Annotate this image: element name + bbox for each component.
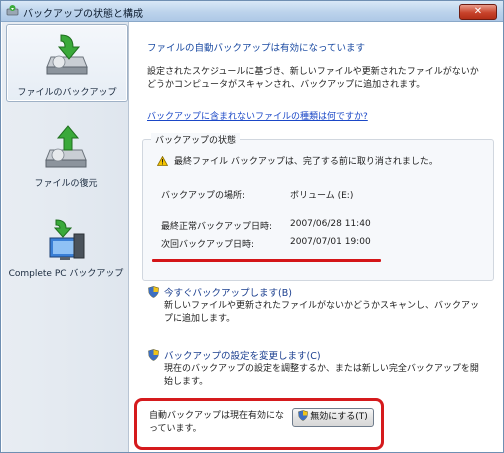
last-backup-label: 最終正常バックアップ日時: [161, 222, 273, 232]
change-settings-action[interactable]: バックアップの設定を変更します(C) 現在のバックアップの設定を調整するか、また… [148, 348, 488, 388]
warning-line: 最終ファイル バックアップは、完了する前に取り消されました。 [157, 154, 438, 167]
disable-button-label: 無効にする(T) [310, 412, 368, 422]
backup-now-description: 新しいファイルや更新されたファイルがないかどうかスキャンし、バックアップに追加し… [164, 301, 480, 324]
change-settings-link[interactable]: バックアップの設定を変更します(C) [164, 348, 321, 362]
backup-now-link[interactable]: 今すぐバックアップします(B) [164, 285, 292, 299]
auto-backup-panel: 自動バックアップは現在有効になっています。 無効にする(T) [134, 398, 384, 450]
page-title: ファイルの自動バックアップは有効になっています [147, 43, 366, 54]
title-bar: バックアップの状態と構成 ✕ [1, 1, 503, 22]
sidebar-item-label: ファイルのバックアップ [17, 88, 117, 98]
warning-icon [157, 156, 168, 166]
backup-drive-icon [46, 34, 88, 75]
disable-button[interactable]: 無効にする(T) [292, 408, 374, 427]
backup-app-icon [6, 5, 19, 16]
next-backup-label: 次回バックアップ日時: [161, 240, 255, 250]
location-label: バックアップの場所: [161, 191, 246, 201]
shield-icon [148, 286, 159, 298]
backup-status-group: バックアップの状態 最終ファイル バックアップは、完了する前に取り消されました。… [142, 133, 494, 281]
restore-drive-icon [45, 125, 87, 168]
next-backup-value: 2007/07/01 19:00 [290, 237, 371, 247]
location-value: ボリューム (E:) [290, 191, 354, 201]
close-icon: ✕ [473, 6, 483, 17]
sidebar-item-complete-pc-backup[interactable]: Complete PC バックアップ [6, 216, 126, 282]
shield-icon [148, 349, 159, 361]
main-panel: ファイルの自動バックアップは有効になっています 設定されたスケジュールに基づき、… [130, 22, 504, 452]
pc-backup-icon [49, 219, 85, 260]
window-title: バックアップの状態と構成 [23, 9, 143, 20]
change-settings-description: 現在のバックアップの設定を調整するか、または新しい完全バックアップを開始します。 [164, 364, 479, 387]
group-title: バックアップの状態 [151, 133, 241, 146]
sidebar-item-file-restore[interactable]: ファイルの復元 [6, 124, 126, 190]
sidebar-item-label: ファイルの復元 [34, 179, 98, 189]
last-backup-value: 2007/06/28 11:40 [290, 219, 371, 229]
sidebar-item-file-backup[interactable]: ファイルのバックアップ [6, 24, 128, 102]
description-text: 設定されたスケジュールに基づき、新しいファイルや更新されたファイルがないかどうか… [147, 67, 479, 90]
backup-window: バックアップの状態と構成 ✕ ファイルのバックアップ ファイルの復元 Compl… [0, 0, 504, 453]
close-button[interactable]: ✕ [459, 4, 497, 20]
shield-icon [298, 410, 309, 421]
sidebar: ファイルのバックアップ ファイルの復元 Complete PC バックアップ [2, 22, 129, 452]
help-link[interactable]: バックアップに含まれないファイルの種類は何ですか? [147, 109, 368, 122]
sidebar-item-label: Complete PC バックアップ [8, 269, 124, 279]
warning-text: 最終ファイル バックアップは、完了する前に取り消されました。 [174, 157, 438, 167]
backup-now-action[interactable]: 今すぐバックアップします(B) 新しいファイルや更新されたファイルがないかどうか… [148, 285, 488, 325]
highlight-underline [152, 259, 381, 262]
auto-backup-status: 自動バックアップは現在有効になっています。 [149, 411, 285, 434]
